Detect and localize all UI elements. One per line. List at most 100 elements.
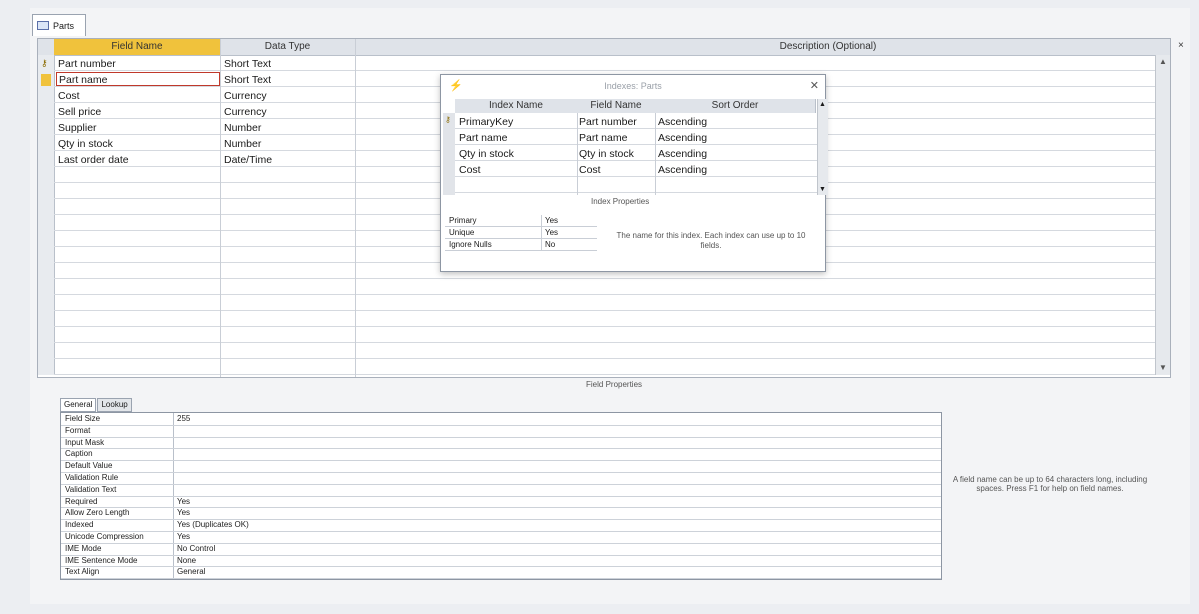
data-type-cell[interactable]: Number	[224, 120, 354, 136]
header-sort-order[interactable]: Sort Order	[655, 99, 816, 113]
scroll-down-icon[interactable]: ▼	[1158, 363, 1168, 373]
close-icon[interactable]: ✕	[810, 79, 819, 92]
property-value[interactable]: Yes	[545, 215, 558, 226]
property-name: Default Value	[65, 461, 113, 471]
field-name-cell[interactable]: Last order date	[58, 152, 218, 168]
row-selector-column[interactable]	[38, 55, 55, 375]
index-property-row[interactable]: Primary Yes	[445, 215, 597, 227]
field-row[interactable]: Sell price Currency	[54, 104, 354, 120]
column-divider	[355, 39, 356, 377]
tab-general[interactable]: General	[60, 398, 97, 412]
header-field-name[interactable]: Field Name	[54, 39, 220, 55]
field-name-cell[interactable]: Qty in stock	[58, 136, 218, 152]
tab-lookup[interactable]: Lookup	[97, 398, 132, 412]
index-sort-cell[interactable]: Ascending	[658, 146, 707, 162]
index-properties-table: Primary Yes Unique Yes Ignore Nulls No	[445, 215, 597, 251]
indexes-grid: Index Name Field Name Sort Order ⚷ Prima…	[443, 99, 828, 195]
property-name: Format	[65, 425, 91, 435]
scroll-up-icon[interactable]: ▲	[1158, 57, 1168, 67]
index-sort-cell[interactable]: Ascending	[658, 130, 707, 146]
property-name: Primary	[449, 216, 477, 225]
index-sort-cell[interactable]: Ascending	[658, 162, 707, 178]
index-name-cell[interactable]: Cost	[459, 162, 481, 178]
property-value[interactable]: No	[545, 239, 555, 250]
property-name: Indexed	[65, 520, 94, 530]
tab-parts[interactable]: Parts	[32, 14, 86, 36]
property-name: Unicode Compression	[65, 532, 144, 541]
property-name: Allow Zero Length	[65, 508, 130, 518]
property-name: Validation Text	[65, 484, 117, 494]
property-name: Required	[65, 496, 98, 506]
property-name: Unique	[449, 228, 475, 237]
grid-scrollbar[interactable]: ▲ ▼	[1155, 55, 1170, 375]
index-sort-cell[interactable]: Ascending	[658, 114, 707, 130]
field-name-cell[interactable]: Supplier	[58, 120, 218, 136]
scroll-up-icon[interactable]: ▲	[819, 101, 826, 108]
tab-parts-label: Parts	[53, 20, 75, 31]
field-name-cell[interactable]: Sell price	[58, 104, 218, 120]
index-row[interactable]: Part name Part name Ascending	[443, 130, 819, 146]
field-row[interactable]: Cost Currency	[54, 88, 354, 104]
property-value[interactable]: None	[177, 555, 196, 566]
header-index-name[interactable]: Index Name	[455, 99, 578, 113]
data-type-cell[interactable]: Date/Time	[224, 152, 354, 168]
index-property-row[interactable]: Unique Yes	[445, 227, 597, 239]
index-name-cell[interactable]: Qty in stock	[459, 146, 514, 162]
index-property-row[interactable]: Ignore Nulls No	[445, 239, 597, 251]
data-type-cell[interactable]: Short Text	[224, 72, 354, 88]
index-row[interactable]: Cost Cost Ascending	[443, 162, 819, 178]
property-name: Ignore Nulls	[449, 240, 492, 249]
property-name: Input Mask	[65, 437, 105, 447]
property-value[interactable]: Yes	[545, 227, 558, 238]
field-properties-title: Field Properties	[586, 380, 643, 389]
property-value[interactable]: Yes	[177, 507, 190, 518]
field-row[interactable]: Part name Short Text	[54, 72, 354, 88]
property-value[interactable]: Yes (Duplicates OK)	[177, 519, 249, 530]
property-name: Validation Rule	[65, 473, 119, 482]
field-name-cell[interactable]: Cost	[58, 88, 218, 104]
property-name: Text Align	[65, 567, 100, 577]
property-value[interactable]: Yes	[177, 531, 190, 542]
property-value[interactable]: General	[177, 566, 205, 577]
current-row-indicator	[41, 74, 51, 86]
index-field-cell[interactable]: Qty in stock	[579, 146, 634, 162]
header-description[interactable]: Description (Optional)	[538, 39, 1118, 55]
index-field-cell[interactable]: Part number	[579, 114, 637, 130]
index-properties-title: Index Properties	[591, 197, 650, 206]
property-name: Caption	[65, 449, 93, 459]
field-name-cell[interactable]: Part name	[56, 72, 220, 86]
dialog-title: Indexes: Parts	[604, 81, 662, 91]
field-row[interactable]: Qty in stock Number	[54, 136, 354, 152]
property-value[interactable]: Yes	[177, 496, 190, 507]
data-type-cell[interactable]: Currency	[224, 88, 354, 104]
property-name: IME Sentence Mode	[65, 555, 138, 565]
index-field-cell[interactable]: Part name	[579, 130, 627, 146]
index-name-cell[interactable]: PrimaryKey	[459, 114, 513, 130]
property-row[interactable]: Text Align General	[61, 566, 941, 580]
scroll-down-icon[interactable]: ▼	[819, 186, 826, 193]
property-name: IME Mode	[65, 543, 102, 553]
index-name-cell[interactable]: Part name	[459, 130, 507, 146]
table-icon	[37, 21, 49, 30]
field-help-text: A field name can be up to 64 characters …	[952, 475, 1148, 493]
indexes-dialog: ⚡ Indexes: Parts ✕ Index Name Field Name…	[440, 74, 828, 272]
close-icon[interactable]: ×	[1178, 40, 1184, 51]
field-properties-tabs: General Lookup	[60, 398, 133, 412]
field-row[interactable]: Part number Short Text	[54, 56, 354, 72]
index-row[interactable]: Qty in stock Qty in stock Ascending	[443, 146, 819, 162]
data-type-cell[interactable]: Number	[224, 136, 354, 152]
field-name-cell[interactable]: Part number	[58, 56, 218, 72]
index-field-cell[interactable]: Cost	[579, 162, 601, 178]
header-field-name[interactable]: Field Name	[577, 99, 656, 113]
property-value[interactable]: No Control	[177, 543, 215, 554]
data-type-cell[interactable]: Currency	[224, 104, 354, 120]
property-value[interactable]: 255	[177, 413, 190, 424]
header-data-type[interactable]: Data Type	[220, 39, 355, 55]
data-type-cell[interactable]: Short Text	[224, 56, 354, 72]
field-row[interactable]: Last order date Date/Time	[54, 152, 354, 168]
field-properties-table: Field Size 255 Format Input Mask Caption …	[60, 412, 942, 580]
indexes-scrollbar[interactable]: ▲ ▼	[817, 99, 828, 195]
index-row[interactable]: PrimaryKey Part number Ascending	[443, 114, 819, 130]
property-name: Field Size	[65, 414, 101, 423]
field-row[interactable]: Supplier Number	[54, 120, 354, 136]
